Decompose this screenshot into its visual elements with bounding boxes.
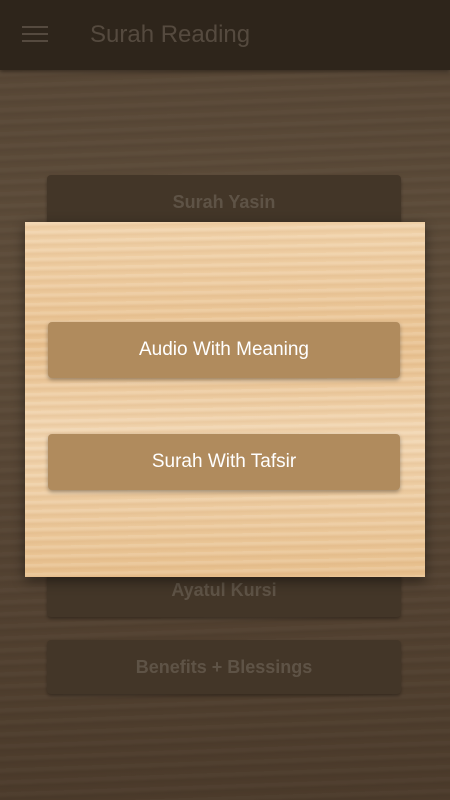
audio-with-meaning-button[interactable]: Audio With Meaning	[48, 322, 400, 378]
options-dialog: Audio With Meaning Surah With Tafsir	[25, 222, 425, 577]
surah-with-tafsir-button[interactable]: Surah With Tafsir	[48, 434, 400, 490]
